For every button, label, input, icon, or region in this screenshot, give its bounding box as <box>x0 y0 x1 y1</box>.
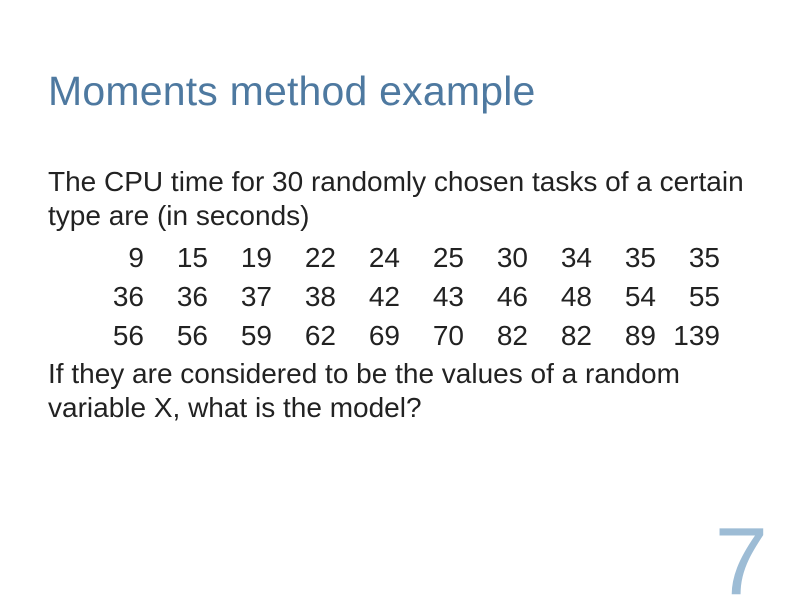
table-cell: 70 <box>400 317 464 356</box>
table-cell: 69 <box>336 317 400 356</box>
table-row: 36 36 37 38 42 43 46 48 54 55 <box>80 278 752 317</box>
table-cell: 82 <box>464 317 528 356</box>
data-table: 9 15 19 22 24 25 30 34 35 35 36 36 37 38… <box>80 239 752 355</box>
intro-text: The CPU time for 30 randomly chosen task… <box>48 165 752 233</box>
table-cell: 30 <box>464 239 528 278</box>
slide-body: The CPU time for 30 randomly chosen task… <box>48 165 752 426</box>
table-cell: 48 <box>528 278 592 317</box>
table-cell: 139 <box>656 317 720 356</box>
table-cell: 46 <box>464 278 528 317</box>
table-cell: 22 <box>272 239 336 278</box>
page-number: 7 <box>715 514 768 610</box>
table-row: 9 15 19 22 24 25 30 34 35 35 <box>80 239 752 278</box>
table-cell: 25 <box>400 239 464 278</box>
table-cell: 82 <box>528 317 592 356</box>
table-cell: 38 <box>272 278 336 317</box>
table-cell: 37 <box>208 278 272 317</box>
table-cell: 24 <box>336 239 400 278</box>
table-cell: 89 <box>592 317 656 356</box>
slide-title: Moments method example <box>48 68 752 115</box>
table-cell: 36 <box>144 278 208 317</box>
table-cell: 34 <box>528 239 592 278</box>
table-cell: 15 <box>144 239 208 278</box>
table-cell: 54 <box>592 278 656 317</box>
table-cell: 55 <box>656 278 720 317</box>
table-cell: 36 <box>80 278 144 317</box>
table-cell: 56 <box>80 317 144 356</box>
slide: Moments method example The CPU time for … <box>0 0 800 600</box>
table-cell: 9 <box>80 239 144 278</box>
table-cell: 35 <box>656 239 720 278</box>
question-text: If they are considered to be the values … <box>48 357 752 425</box>
table-cell: 59 <box>208 317 272 356</box>
table-row: 56 56 59 62 69 70 82 82 89 139 <box>80 317 752 356</box>
table-cell: 19 <box>208 239 272 278</box>
table-cell: 35 <box>592 239 656 278</box>
table-cell: 56 <box>144 317 208 356</box>
table-cell: 42 <box>336 278 400 317</box>
table-cell: 43 <box>400 278 464 317</box>
table-cell: 62 <box>272 317 336 356</box>
